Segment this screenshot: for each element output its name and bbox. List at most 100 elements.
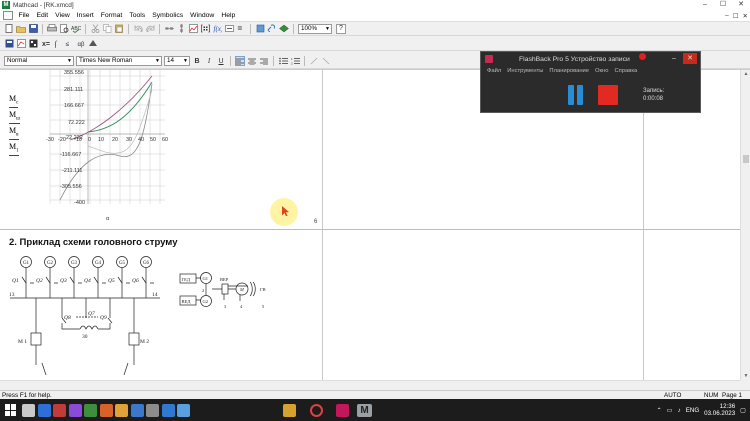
font-size-select[interactable]: 14 ▼	[164, 56, 190, 66]
flashback-recorder-icon[interactable]	[335, 403, 349, 417]
taskbar-app-icon[interactable]	[37, 403, 51, 417]
copy-icon[interactable]	[102, 24, 112, 34]
vertical-scrollbar[interactable]: ▲ ▼	[740, 70, 750, 380]
taskbar-app-icon[interactable]	[84, 403, 97, 417]
style-select[interactable]: Normal ▼	[4, 56, 74, 66]
undo-icon[interactable]	[133, 24, 143, 34]
underline-button[interactable]: U	[216, 56, 226, 66]
open-folder-icon[interactable]	[16, 24, 26, 34]
matrix-toolbar-icon[interactable]	[28, 39, 38, 49]
taskbar-app-icon[interactable]	[68, 403, 82, 417]
maximize-button[interactable]: ☐	[714, 0, 732, 10]
paste-icon[interactable]	[114, 24, 124, 34]
mathcad-taskbar-icon[interactable]: M	[357, 403, 372, 417]
cut-icon[interactable]	[90, 24, 100, 34]
worksheet[interactable]: Mc Mш Mв M1 355.556 281.111 166.667 72.2…	[0, 70, 740, 380]
print-preview-icon[interactable]	[59, 24, 69, 34]
evaluation-toolbar-icon[interactable]: x=	[40, 39, 50, 49]
taskbar-app-icon[interactable]	[53, 403, 66, 417]
insert-graph-icon[interactable]	[188, 24, 198, 34]
scrollbar-thumb[interactable]	[743, 155, 749, 163]
language-indicator[interactable]: ENG	[686, 407, 699, 414]
pause-button[interactable]	[567, 85, 584, 105]
italic-button[interactable]: I	[204, 56, 214, 66]
menu-format[interactable]: Format	[97, 12, 126, 19]
taskbar-app-icon[interactable]	[161, 403, 175, 417]
close-button[interactable]: ✕	[732, 0, 750, 10]
insert-function-icon[interactable]: f(x)	[212, 24, 222, 34]
menu-window[interactable]: Window	[187, 12, 218, 19]
flashback-menu-tools[interactable]: Инструменты	[507, 68, 543, 74]
network-icon[interactable]: ▭	[667, 407, 673, 414]
align-across-icon[interactable]	[164, 24, 174, 34]
font-select[interactable]: Times New Roman ▼	[76, 56, 162, 66]
subscript-icon[interactable]	[309, 56, 319, 66]
bold-button[interactable]: B	[192, 56, 202, 66]
flashback-menu-window[interactable]: Окно	[595, 68, 608, 74]
calculator-toolbar-icon[interactable]	[4, 39, 14, 49]
zoom-select[interactable]: 100% ▼	[298, 23, 332, 34]
programming-toolbar-icon[interactable]: αβ	[76, 39, 86, 49]
save-icon[interactable]	[28, 24, 38, 34]
spell-check-icon[interactable]: ABC	[71, 24, 81, 34]
opera-browser-icon[interactable]	[310, 403, 323, 417]
moment-plot[interactable]: 355.556 281.111 166.667 72.222 22.222 -1…	[40, 70, 175, 225]
symbolic-toolbar-icon[interactable]	[88, 39, 98, 49]
doc-minimize-button[interactable]: –	[725, 12, 729, 20]
taskbar-app-icon[interactable]	[130, 403, 144, 417]
file-explorer-icon[interactable]	[282, 403, 296, 417]
align-center-icon[interactable]	[247, 56, 257, 66]
minimize-button[interactable]: –	[696, 0, 714, 10]
menu-view[interactable]: View	[52, 12, 74, 19]
numbering-icon[interactable]: 12	[290, 56, 300, 66]
menu-insert[interactable]: Insert	[73, 12, 97, 19]
insert-component-icon[interactable]	[255, 24, 265, 34]
menu-file[interactable]: File	[15, 12, 33, 19]
boolean-toolbar-icon[interactable]: ≤	[64, 39, 74, 49]
print-icon[interactable]	[47, 24, 57, 34]
flashback-close-button[interactable]: ✕	[683, 53, 697, 64]
windows-start-icon[interactable]	[5, 404, 17, 416]
menu-edit[interactable]: Edit	[33, 12, 52, 19]
calculus-toolbar-icon[interactable]: ∫	[52, 39, 62, 49]
insert-hyperlink-icon[interactable]	[267, 24, 277, 34]
flashback-menu-file[interactable]: Файл	[487, 68, 501, 74]
menu-tools[interactable]: Tools	[126, 12, 149, 19]
align-left-icon[interactable]	[235, 56, 245, 66]
scroll-down-icon[interactable]: ▼	[741, 373, 750, 379]
system-clock[interactable]: 12:36 03.06.2023	[704, 403, 735, 418]
stop-button[interactable]	[598, 85, 618, 105]
menu-symbolics[interactable]: Symbolics	[149, 12, 187, 19]
align-down-icon[interactable]	[176, 24, 186, 34]
flashback-menu-schedule[interactable]: Планирование	[549, 68, 589, 74]
align-right-icon[interactable]	[259, 56, 269, 66]
graph-toolbar-icon[interactable]	[16, 39, 26, 49]
insert-unit-icon[interactable]	[224, 24, 234, 34]
calculate-icon[interactable]: =	[236, 24, 246, 34]
help-icon[interactable]: ?	[336, 23, 346, 34]
superscript-icon[interactable]	[321, 56, 331, 66]
notifications-icon[interactable]: ▢	[740, 407, 746, 414]
doc-restore-button[interactable]: ☐	[733, 12, 739, 20]
generator-motor-scheme[interactable]: ГЕД ВЕД G1 G2 ВЕР M ГВ 2 3 4 5	[178, 270, 278, 312]
new-file-icon[interactable]	[4, 24, 14, 34]
document-icon[interactable]	[3, 11, 13, 20]
insert-matrix-icon[interactable]	[200, 24, 210, 34]
taskbar-app-icon[interactable]	[115, 403, 128, 417]
steam-icon[interactable]	[177, 403, 190, 417]
main-current-scheme[interactable]: G1 G2 G3 G4 G5 G6 Q1 Q2 Q3 Q4 Q5 Q6 13 1…	[4, 253, 174, 380]
scroll-up-icon[interactable]: ▲	[741, 71, 750, 77]
flashback-minimize-button[interactable]: –	[667, 53, 681, 64]
doc-close-button[interactable]: ✕	[743, 12, 748, 20]
flashback-menu-help[interactable]: Справка	[614, 68, 637, 74]
taskbar-app-icon[interactable]	[99, 403, 113, 417]
resource-center-icon[interactable]	[279, 24, 289, 34]
taskbar-search-icon[interactable]	[22, 403, 35, 417]
horizontal-scrollbar[interactable]	[0, 380, 740, 390]
bullets-icon[interactable]	[278, 56, 288, 66]
menu-help[interactable]: Help	[218, 12, 239, 19]
tray-chevron-icon[interactable]: ⌃	[657, 407, 662, 414]
redo-icon[interactable]	[145, 24, 155, 34]
taskbar-app-icon[interactable]	[146, 403, 159, 417]
volume-icon[interactable]: ♪	[678, 407, 681, 414]
